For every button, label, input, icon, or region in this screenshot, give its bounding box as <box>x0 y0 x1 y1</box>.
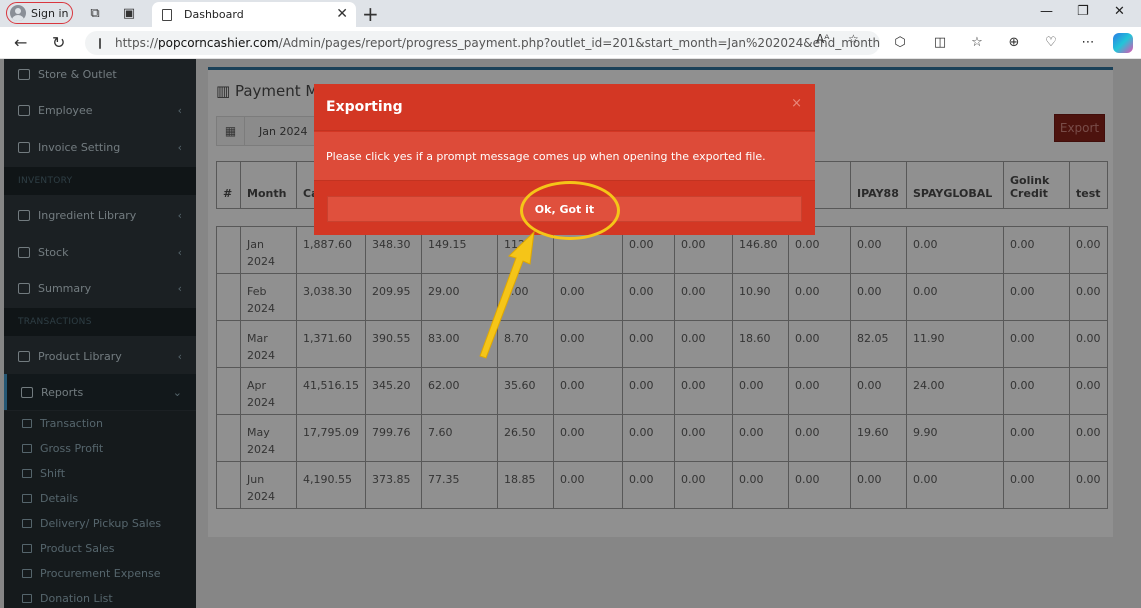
collections-icon[interactable]: ⊕ <box>1006 34 1022 50</box>
profile-icon <box>10 5 26 21</box>
sign-in-button[interactable]: Sign in <box>6 2 73 24</box>
more-menu-icon[interactable]: ⋯ <box>1080 34 1096 50</box>
page-icon <box>162 8 172 21</box>
browser-tab-bar: Sign in ⧉ ▣ Dashboard ✕ + — ❐ ✕ <box>0 0 1141 27</box>
read-aloud-icon[interactable]: Aᴬ <box>816 32 829 46</box>
modal-title: Exporting <box>314 84 815 131</box>
back-icon[interactable]: ← <box>14 33 27 52</box>
restore-icon[interactable]: ❐ <box>1077 4 1089 19</box>
close-window-icon[interactable]: ✕ <box>1114 4 1125 19</box>
modal-close-icon[interactable]: × <box>791 96 802 111</box>
favorite-icon[interactable]: ☆ <box>848 32 859 46</box>
highlight-circle <box>520 181 620 240</box>
extensions-icon[interactable]: ⬡ <box>892 34 908 50</box>
tab-title: Dashboard <box>184 8 244 21</box>
url-prefix: https:// <box>115 36 159 50</box>
close-tab-icon[interactable]: ✕ <box>336 6 348 22</box>
split-screen-icon[interactable]: ◫ <box>932 34 948 50</box>
lock-icon <box>99 37 101 49</box>
sign-in-label: Sign in <box>31 6 69 20</box>
copilot-icon[interactable] <box>1113 33 1133 53</box>
tab-actions-icon[interactable]: ▣ <box>121 5 137 21</box>
url-host: popcorncashier.com <box>158 36 279 50</box>
tab-dashboard[interactable]: Dashboard ✕ <box>152 2 356 27</box>
url-path: /Admin/pages/report/progress_payment.php… <box>278 36 880 50</box>
address-bar-row: ← ↻ https://popcorncashier.com/Admin/pag… <box>0 27 1141 59</box>
refresh-icon[interactable]: ↻ <box>52 33 65 52</box>
minimize-icon[interactable]: — <box>1040 4 1053 19</box>
browser-essentials-icon[interactable]: ♡ <box>1043 34 1059 50</box>
url-field[interactable]: https://popcorncashier.com/Admin/pages/r… <box>85 31 880 55</box>
workspaces-icon[interactable]: ⧉ <box>87 5 103 21</box>
new-tab-icon[interactable]: + <box>362 2 379 26</box>
favorites-list-icon[interactable]: ☆ <box>969 34 985 50</box>
modal-message: Please click yes if a prompt message com… <box>314 132 815 180</box>
